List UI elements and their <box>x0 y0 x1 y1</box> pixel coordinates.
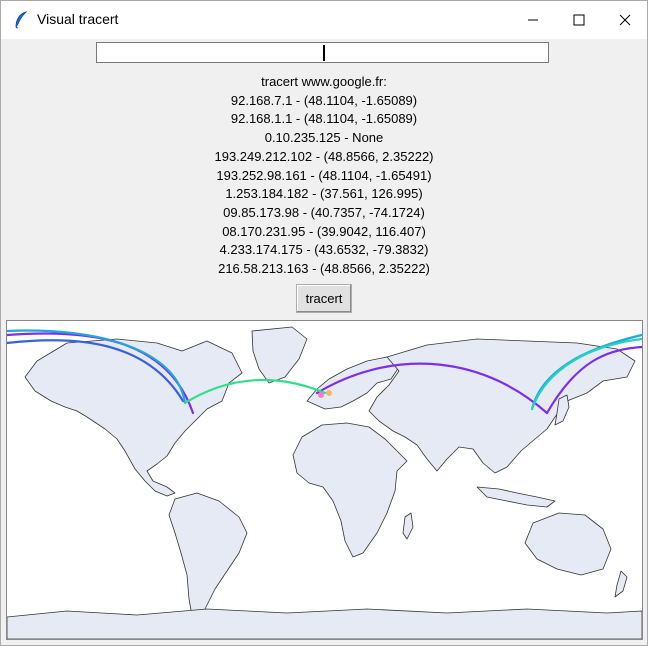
text-caret <box>323 45 325 61</box>
hop-marker <box>318 392 324 398</box>
close-icon <box>619 14 631 26</box>
output-line: 193.252.98.161 - (48.1104, -1.65491) <box>216 167 432 183</box>
greenland <box>251 326 308 384</box>
close-button[interactable] <box>602 1 648 39</box>
output-line: 1.253.184.182 - (37.561, 126.995) <box>225 186 423 202</box>
title-bar: Visual tracert <box>1 1 647 39</box>
output-line: 0.10.235.125 - None <box>264 130 384 146</box>
output-line: 92.168.7.1 - (48.1104, -1.65089) <box>230 92 418 108</box>
world-map-canvas <box>7 326 642 639</box>
antarctica <box>7 608 642 639</box>
minimize-icon <box>528 19 538 21</box>
indonesia <box>476 486 556 508</box>
output-line: tracert www.google.fr: <box>261 74 387 89</box>
australia <box>524 512 612 576</box>
output-line: 4.233.174.175 - (43.6532, -79.3832) <box>219 242 429 258</box>
output-line: 08.170.231.95 - (39.9042, 116.407) <box>222 223 426 239</box>
output-line: 193.249.212.102 - (48.8566, 2.35222) <box>214 148 434 164</box>
output-line: 216.58.213.163 - (48.8566, 2.35222) <box>218 261 430 277</box>
window-title: Visual tracert <box>37 11 119 27</box>
africa <box>292 422 408 558</box>
new-zealand <box>614 570 628 598</box>
app-window: Visual tracert tracert www.google.fr: 92… <box>0 0 648 646</box>
north-america <box>24 338 243 497</box>
south-america <box>168 492 248 626</box>
maximize-icon <box>573 14 585 26</box>
tracert-output: tracert www.google.fr: 92.168.7.1 - (48.… <box>1 73 647 279</box>
feather-icon <box>15 11 28 29</box>
output-line: 09.85.173.98 - (40.7357, -74.1724) <box>223 204 425 220</box>
hop-marker <box>326 390 332 396</box>
minimize-button[interactable] <box>510 1 556 39</box>
output-line: 92.168.1.1 - (48.1104, -1.65089) <box>230 111 418 127</box>
host-input[interactable] <box>96 42 549 63</box>
tracert-button[interactable]: tracert <box>296 284 352 313</box>
land-masses <box>7 326 642 639</box>
world-map <box>6 320 643 640</box>
madagascar <box>402 512 414 540</box>
maximize-button[interactable] <box>556 1 602 39</box>
